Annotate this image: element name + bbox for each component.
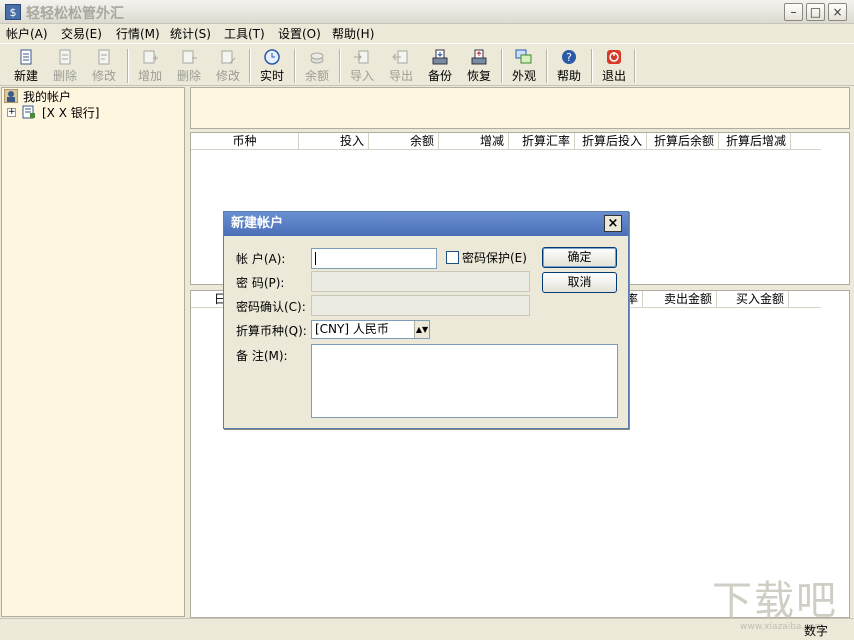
account-info-panel xyxy=(190,87,850,129)
currency-label: 折算币种(Q): xyxy=(236,322,307,339)
ok-button[interactable]: 确定 xyxy=(542,247,617,268)
toolbar-separator xyxy=(501,49,503,83)
password-confirm-input[interactable] xyxy=(311,295,530,316)
exit-button[interactable]: 退出 xyxy=(594,48,634,84)
column-header[interactable]: 折算后增减 xyxy=(719,133,791,150)
password-protect-checkbox[interactable] xyxy=(446,251,459,264)
menu-statistics[interactable]: 统计(S) xyxy=(170,25,211,42)
new-document-icon xyxy=(17,48,35,66)
power-icon xyxy=(605,48,623,66)
toolbar-separator xyxy=(546,49,548,83)
delete-trade-button[interactable]: 删除 xyxy=(169,48,209,84)
password-input[interactable] xyxy=(311,271,530,292)
svg-text:?: ? xyxy=(566,51,572,64)
account-label: 帐 户(A): xyxy=(236,250,285,267)
windows-theme-icon xyxy=(515,48,533,66)
currency-select[interactable]: [CNY] 人民币 ▲▼ xyxy=(311,320,430,339)
backup-disk-icon xyxy=(431,48,449,66)
status-bar: 数字 xyxy=(0,618,854,640)
minimize-button[interactable]: – xyxy=(784,3,803,21)
export-button[interactable]: 导出 xyxy=(381,48,421,84)
cancel-button[interactable]: 取消 xyxy=(542,272,617,293)
edit-record-icon xyxy=(219,48,237,66)
column-header[interactable]: 折算后余额 xyxy=(647,133,719,150)
tree-item-bank[interactable]: [X X 银行] xyxy=(42,104,99,121)
user-accounts-icon xyxy=(4,89,18,103)
column-header[interactable]: 增减 xyxy=(439,133,509,150)
window-title: 轻轻松松管外汇 xyxy=(26,3,124,23)
delete-account-button[interactable]: 删除 xyxy=(45,48,85,84)
realtime-button[interactable]: 实时 xyxy=(252,48,292,84)
appearance-button[interactable]: 外观 xyxy=(504,48,544,84)
toolbar: 新建 删除 修改 增加 删除 修改 实时 余额 导入 导出 备份 xyxy=(0,43,854,86)
remove-record-icon xyxy=(180,48,198,66)
account-tree: 我的帐户 + [X X 银行] xyxy=(1,87,185,617)
menu-help[interactable]: 帮助(H) xyxy=(332,25,374,42)
menu-settings[interactable]: 设置(O) xyxy=(278,25,321,42)
menu-bar: 帐户(A) 交易(E) 行情(M) 统计(S) 工具(T) 设置(O) 帮助(H… xyxy=(0,24,854,43)
toolbar-separator xyxy=(294,49,296,83)
spin-arrows-icon[interactable]: ▲▼ xyxy=(414,321,429,338)
toolbar-separator xyxy=(634,49,636,83)
backup-button[interactable]: 备份 xyxy=(420,48,460,84)
account-name-input[interactable] xyxy=(311,248,437,269)
dollar-app-icon: $ xyxy=(5,4,21,20)
menu-quotes[interactable]: 行情(M) xyxy=(116,25,160,42)
import-button[interactable]: 导入 xyxy=(342,48,382,84)
text-caret xyxy=(315,252,316,265)
new-button[interactable]: 新建 xyxy=(6,48,46,84)
dialog-close-button[interactable]: × xyxy=(604,215,622,232)
column-header[interactable]: 投入 xyxy=(299,133,369,150)
currency-selected-value: [CNY] 人民币 xyxy=(315,322,389,336)
maximize-button[interactable]: □ xyxy=(806,3,825,21)
restore-disk-icon xyxy=(470,48,488,66)
menu-trade[interactable]: 交易(E) xyxy=(61,25,102,42)
memo-textarea[interactable] xyxy=(311,344,618,418)
add-trade-button[interactable]: 增加 xyxy=(130,48,170,84)
toolbar-separator xyxy=(249,49,251,83)
column-header[interactable]: 折算后投入 xyxy=(575,133,647,150)
column-header[interactable]: 卖出金额 xyxy=(643,291,717,308)
modify-account-button[interactable]: 修改 xyxy=(84,48,124,84)
dialog-title: 新建帐户 xyxy=(224,212,628,236)
toolbar-separator xyxy=(127,49,129,83)
expand-plus-icon[interactable]: + xyxy=(7,108,16,117)
coins-icon xyxy=(308,48,326,66)
add-record-icon xyxy=(141,48,159,66)
edit-document-icon xyxy=(95,48,113,66)
toolbar-separator xyxy=(591,49,593,83)
status-numlock: 数字 xyxy=(804,622,828,639)
help-button[interactable]: ? 帮助 xyxy=(549,48,589,84)
menu-account[interactable]: 帐户(A) xyxy=(6,25,48,42)
help-question-icon: ? xyxy=(560,48,578,66)
modify-trade-button[interactable]: 修改 xyxy=(208,48,248,84)
balance-button[interactable]: 余额 xyxy=(297,48,337,84)
clock-icon xyxy=(263,48,281,66)
header-divider xyxy=(191,149,821,150)
import-icon xyxy=(353,48,371,66)
column-header[interactable]: 买入金额 xyxy=(717,291,789,308)
export-icon xyxy=(392,48,410,66)
password-confirm-label: 密码确认(C): xyxy=(236,298,306,315)
menu-tools[interactable]: 工具(T) xyxy=(224,25,265,42)
title-bar: $ 轻轻松松管外汇 – □ × xyxy=(0,0,854,24)
password-label: 密 码(P): xyxy=(236,274,284,291)
memo-label: 备 注(M): xyxy=(236,347,288,364)
close-window-button[interactable]: × xyxy=(828,3,847,21)
restore-button[interactable]: 恢复 xyxy=(459,48,499,84)
bank-icon xyxy=(22,105,36,119)
column-header[interactable]: 折算汇率 xyxy=(509,133,575,150)
new-account-dialog: 新建帐户 × 帐 户(A): 密码保护(E) 确定 密 码(P): 取消 密码确… xyxy=(223,211,629,429)
column-header[interactable]: 余额 xyxy=(369,133,439,150)
tree-root-my-accounts[interactable]: 我的帐户 xyxy=(23,88,71,105)
delete-document-icon xyxy=(56,48,74,66)
password-protect-label[interactable]: 密码保护(E) xyxy=(462,249,527,266)
column-header[interactable]: 币种 xyxy=(191,133,299,150)
toolbar-separator xyxy=(339,49,341,83)
